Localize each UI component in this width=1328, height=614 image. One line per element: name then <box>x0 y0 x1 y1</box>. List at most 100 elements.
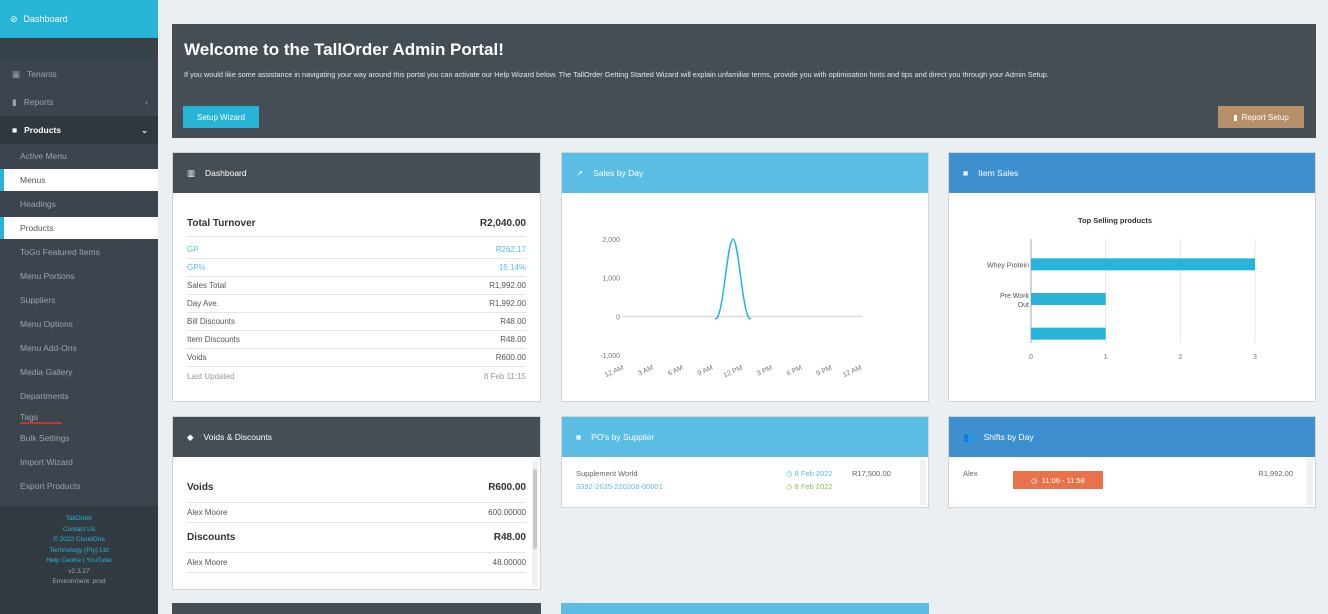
scrollbar[interactable] <box>1307 459 1313 505</box>
x-tick-label: 6 PM <box>786 364 804 377</box>
pos-by-supplier-panel: ■ PO's by Supplier Supplement World 3392… <box>561 416 929 508</box>
sidebar-sub-tags[interactable]: Tags <box>0 408 158 426</box>
po-number-link[interactable]: 3392-2635-220208-00001 <box>576 482 663 491</box>
po-date-received: ◷ 8 Feb 2022 <box>786 482 833 491</box>
sidebar-sub-menu-options[interactable]: Menu Options <box>0 312 158 336</box>
table-row: Bill Discounts R48.00 <box>187 313 526 331</box>
dashboard-panel: ▥ Dashboard Total Turnover R2,040.00 GP R… <box>172 152 541 402</box>
list-icon: ■ <box>963 168 969 178</box>
scrollbar[interactable] <box>920 459 926 505</box>
sales-by-day-panel: ↗ Sales by Day 2,000 1,000 0 -1,000 12 AM 3 A… <box>561 152 929 402</box>
folder-icon: ■ <box>12 125 18 135</box>
tenants-icon: ▦ <box>12 68 21 79</box>
x-tick-label: 12 AM <box>604 364 625 379</box>
scrollbar-thumb[interactable] <box>533 469 537 549</box>
x-tick-label: 6 AM <box>667 364 685 377</box>
footer-contact-link[interactable]: Contact Us <box>0 525 158 536</box>
x-tick-label: 3 <box>1253 354 1257 361</box>
footer-company: Technology (Pty) Ltd <box>49 546 109 554</box>
sidebar-item-reports[interactable]: ▮ Reports ‹ <box>0 88 158 116</box>
tag-icon: ◆ <box>187 431 194 442</box>
dashboard-panel-header: ▥ Dashboard <box>173 153 540 193</box>
sidebar-dashboard-label: Dashboard <box>23 14 68 24</box>
x-tick-label: 12 PM <box>723 364 744 379</box>
sidebar-sub-export-products[interactable]: Export Products <box>0 474 158 498</box>
shift-time-badge: ◷ 11:06 - 11:58 <box>1013 471 1103 489</box>
sidebar-sub-media-gallery[interactable]: Media Gallery <box>0 360 158 384</box>
x-tick-label: 0 <box>1029 354 1033 361</box>
y-tick-label: Out <box>1018 302 1029 309</box>
sidebar-sub-import-wizard[interactable]: Import Wizard <box>0 450 158 474</box>
welcome-title: Welcome to the TallOrder Admin Portal! <box>184 40 504 59</box>
supplier-name: Supplement World <box>576 469 638 478</box>
x-tick-label: 3 PM <box>756 364 774 377</box>
footer-version: v2.3.27 <box>68 567 90 575</box>
y-tick-label: 2,000 <box>602 237 620 244</box>
sidebar-dashboard[interactable]: ⊘ Dashboard <box>0 0 158 38</box>
table-row: Alex Moore 48.00000 <box>187 553 526 573</box>
table-row: GP R262.17 <box>187 241 526 259</box>
x-tick-label: 12 AM <box>842 364 863 379</box>
sidebar-sub-active-menu[interactable]: Active Menu <box>0 144 158 168</box>
pos-by-supplier-header: ■ PO's by Supplier <box>562 417 928 457</box>
chart-icon: ▮ <box>1233 112 1238 122</box>
x-tick-label: 1 <box>1104 354 1108 361</box>
sidebar-sub-headings[interactable]: Headings <box>0 192 158 216</box>
y-tick-label: 1,000 <box>602 276 620 283</box>
sidebar-item-products[interactable]: ■ Products ⌄ <box>0 116 158 144</box>
table-row: Last Updated 8 Feb 11:15 <box>187 371 526 381</box>
sidebar-item-tenants[interactable]: ▦ Tenants <box>0 60 158 88</box>
y-tick-label: 0 <box>616 314 620 321</box>
users-icon: 👥 <box>963 431 974 442</box>
x-tick-label: 2 <box>1178 354 1182 361</box>
sidebar-sub-menu-portions[interactable]: Menu Portions <box>0 264 158 288</box>
voids-discounts-header: ◆ Voids & Discounts <box>173 417 540 457</box>
x-tick-label: 9 PM <box>815 364 833 377</box>
x-tick-label: 9 AM <box>697 364 715 377</box>
shifts-by-day-header: 👥 Shifts by Day <box>949 417 1315 457</box>
sidebar-sub-bulk-settings[interactable]: Bulk Settings <box>0 426 158 450</box>
bar <box>1031 327 1106 340</box>
footer-brand-link[interactable]: TallOrder <box>0 514 158 525</box>
po-date-created: ◷ 8 Feb 2022 <box>786 469 833 478</box>
series-line <box>714 238 752 320</box>
line-chart-icon: ↗ <box>576 167 584 178</box>
chevron-down-icon: ⌄ <box>141 125 148 135</box>
sidebar-sub-menu-addons[interactable]: Menu Add-Ons <box>0 336 158 360</box>
table-row: Sales Total R1,992.00 <box>187 277 526 295</box>
sidebar: ⊘ Dashboard ▦ Tenants ▮ Reports ‹ ■ Prod… <box>0 0 158 614</box>
report-setup-button[interactable]: ▮ Report Setup <box>1218 106 1304 128</box>
sales-by-day-header: ↗ Sales by Day <box>562 153 928 193</box>
table-row: Voids R600.00 <box>187 349 526 367</box>
sidebar-sub-products[interactable]: Products <box>0 217 158 239</box>
chevron-left-icon: ‹ <box>145 97 148 107</box>
x-tick-label: 3 AM <box>637 364 655 377</box>
scrollbar[interactable] <box>532 461 538 587</box>
table-row: Day Ave. R1,992.00 <box>187 295 526 313</box>
sidebar-sub-suppliers[interactable]: Suppliers <box>0 288 158 312</box>
total-turnover-row: Total Turnover R2,040.00 <box>187 211 526 237</box>
panel-header-partial <box>561 603 929 614</box>
setup-wizard-button[interactable]: Setup Wizard <box>183 106 259 128</box>
chart-title: Top Selling products <box>1078 216 1152 225</box>
clock-icon: ◷ <box>1031 475 1038 485</box>
sidebar-sub-menus[interactable]: Menus <box>0 169 158 191</box>
chart-icon: ▥ <box>187 167 196 178</box>
shift-amount: R1,992.00 <box>1258 469 1293 478</box>
y-tick-label: -1,000 <box>600 353 620 360</box>
table-row: GP% 15.14% <box>187 259 526 277</box>
y-tick-label: Pre Work <box>1000 293 1030 300</box>
chart-icon: ▮ <box>12 96 17 107</box>
shifts-by-day-panel: 👥 Shifts by Day Alex ◷ 11:06 - 11:58 R1,… <box>948 416 1316 508</box>
shift-employee: Alex <box>963 469 978 478</box>
list-icon: ■ <box>576 432 582 442</box>
item-sales-panel: ■ Item Sales Top Selling products 0 1 2 3 Whe… <box>948 152 1316 402</box>
sidebar-sub-departments[interactable]: Departments <box>0 384 158 408</box>
panel-header-partial <box>172 603 541 614</box>
sidebar-footer: TallOrder Contact Us © 2022 CloudOne Tec… <box>0 506 158 614</box>
bar <box>1031 258 1255 271</box>
footer-help-link[interactable]: Help Centre | YouTube <box>0 556 158 567</box>
voids-discounts-panel: ◆ Voids & Discounts Voids R600.00 Alex Mo… <box>172 416 541 590</box>
clock-icon: ◷ <box>786 482 793 491</box>
sidebar-sub-togo-featured[interactable]: ToGo Featured Items <box>0 240 158 264</box>
